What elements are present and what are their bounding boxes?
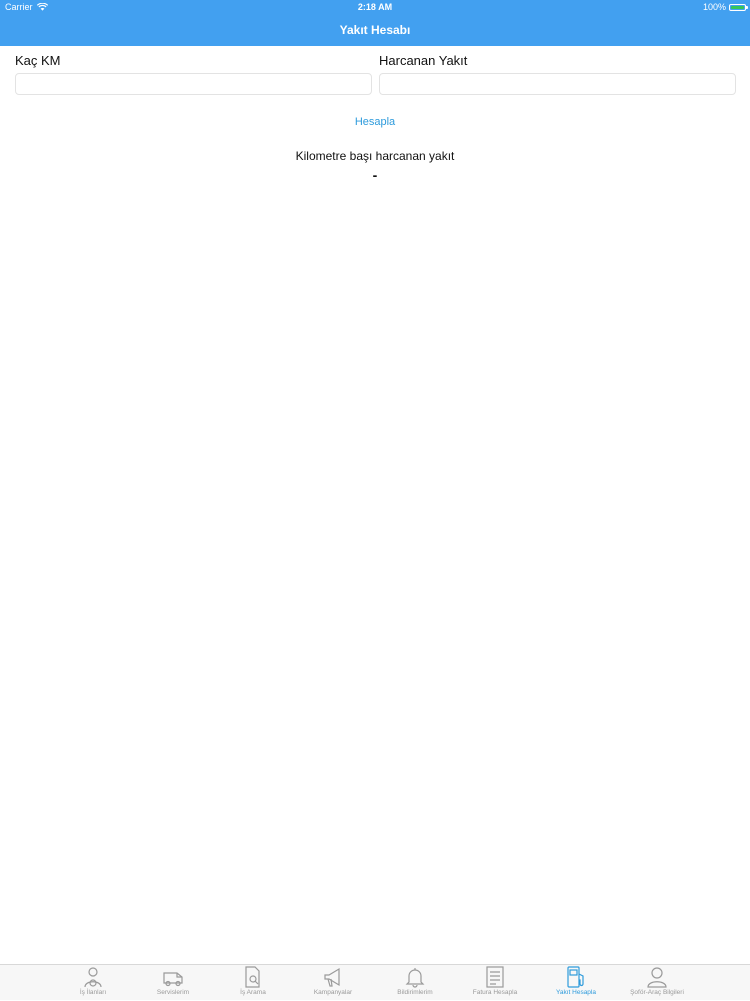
van-icon xyxy=(163,972,183,987)
tab-label: Şoför-Araç Bilgileri xyxy=(630,989,684,996)
tab-bildirimlerim[interactable]: Bildirimlerim xyxy=(374,965,456,1001)
fuel-pump-icon xyxy=(567,966,584,988)
km-label: Kaç KM xyxy=(15,53,61,68)
invoice-icon xyxy=(486,966,504,988)
fuel-label: Harcanan Yakıt xyxy=(379,53,468,68)
tab-sofor-arac-bilgileri[interactable]: Şoför-Araç Bilgileri xyxy=(616,965,698,1001)
document-search-icon xyxy=(245,966,260,988)
tab-label: İş Arama xyxy=(240,989,266,996)
page-title: Yakıt Hesabı xyxy=(339,23,411,37)
status-bar: Carrier 2:18 AM 100% xyxy=(0,0,750,14)
km-input[interactable] xyxy=(15,73,372,95)
calculate-button[interactable]: Hesapla xyxy=(335,114,415,130)
tab-label: İş İlanları xyxy=(79,989,107,996)
battery-icon xyxy=(729,3,748,11)
battery-percent: 100% xyxy=(702,2,726,12)
tab-label: Kampanyalar xyxy=(313,989,353,996)
battery-indicator: 100% xyxy=(702,0,748,14)
tab-label: Yakıt Hesapla xyxy=(556,989,596,996)
tab-label: Servislerim xyxy=(156,989,190,996)
tab-label: Bildirimlerim xyxy=(397,989,433,996)
driver-icon xyxy=(84,967,102,988)
result-title: Kilometre başı harcanan yakıt xyxy=(295,149,455,163)
user-icon xyxy=(647,967,667,988)
tab-label: Fatura Hesapla xyxy=(472,989,518,996)
tab-yakit-hesapla[interactable]: Yakıt Hesapla xyxy=(535,965,617,1001)
megaphone-icon xyxy=(324,967,340,987)
tab-is-ilanlari[interactable]: İş İlanları xyxy=(52,965,134,1001)
tab-kampanyalar[interactable]: Kampanyalar xyxy=(292,965,374,1001)
fuel-input[interactable] xyxy=(379,73,736,95)
status-time: 2:18 AM xyxy=(357,2,393,12)
tab-fatura-hesapla[interactable]: Fatura Hesapla xyxy=(454,965,536,1001)
navigation-bar: Carrier 2:18 AM 100% Yakıt Hesabı xyxy=(0,0,750,46)
bell-icon xyxy=(405,968,425,988)
result-value: - xyxy=(372,167,378,183)
tab-is-arama[interactable]: İş Arama xyxy=(212,965,294,1001)
tab-bar: İş İlanları Servislerim İş Arama Kampany… xyxy=(0,964,750,1000)
tab-servislerim[interactable]: Servislerim xyxy=(132,965,214,1001)
